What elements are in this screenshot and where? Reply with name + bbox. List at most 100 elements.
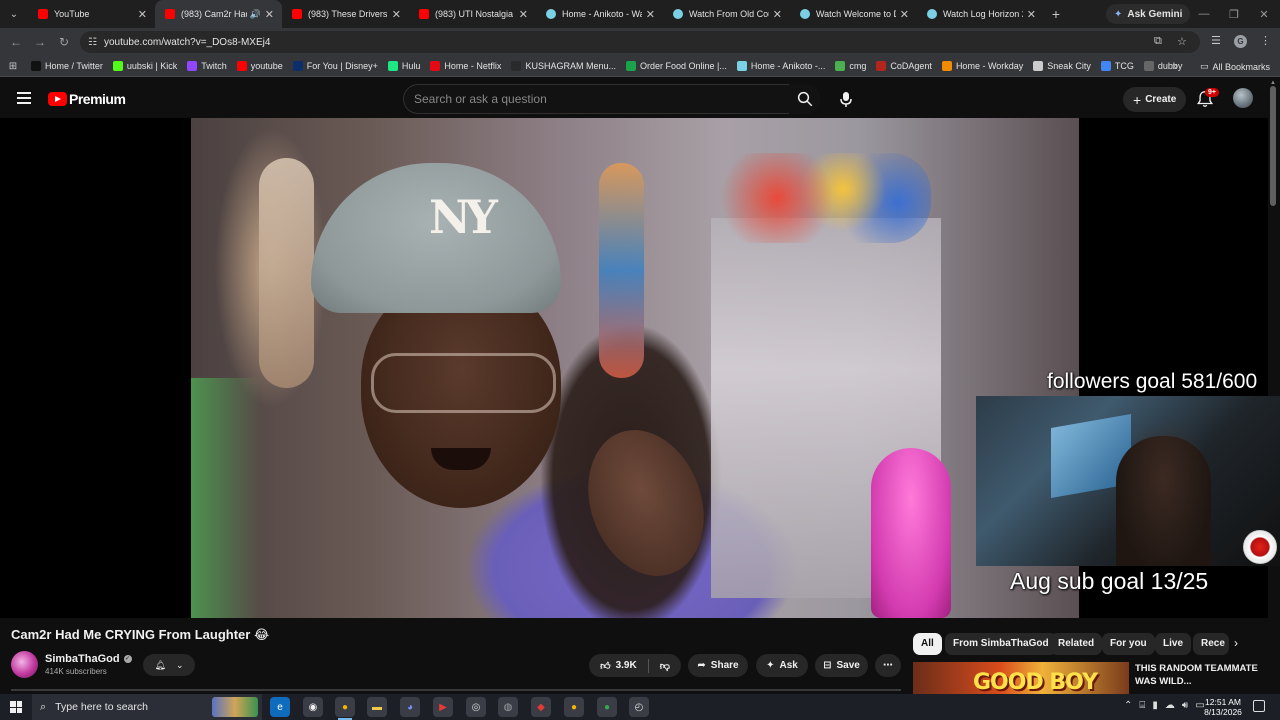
all-bookmarks-button[interactable]: ▭ All Bookmarks	[1200, 56, 1270, 77]
chip-recent[interactable]: Rece	[1193, 633, 1229, 655]
video-frame[interactable]: NY	[191, 118, 1079, 618]
bookmark-item[interactable]: Hulu	[383, 56, 426, 77]
youtube-premium-logo[interactable]: Premium	[48, 91, 126, 107]
chip-all[interactable]: All	[913, 633, 942, 655]
channel-avatar[interactable]	[11, 651, 38, 678]
chevron-right-icon[interactable]: ›	[1234, 636, 1238, 650]
create-button[interactable]: + Create	[1123, 87, 1187, 112]
site-info-icon[interactable]: ☷	[88, 37, 97, 48]
bookmark-item[interactable]: KUSHAGRAM Menu...	[506, 56, 621, 77]
search-button[interactable]	[789, 84, 821, 114]
taskbar-clock[interactable]: 12:51 AM 8/13/2026	[1203, 697, 1243, 717]
bookmark-star-icon[interactable]: ☆	[1177, 35, 1187, 48]
close-tab-icon[interactable]: ✕	[392, 8, 401, 21]
close-tab-icon[interactable]: ✕	[900, 8, 909, 21]
browser-tab[interactable]: Watch Welcome to De ✕	[790, 0, 917, 28]
browser-tab[interactable]: YouTube ✕	[28, 0, 155, 28]
voice-search-button[interactable]	[832, 85, 860, 113]
chrome-app-icon[interactable]: ●	[564, 697, 584, 717]
obs-icon[interactable]: ◎	[466, 697, 486, 717]
forward-icon[interactable]: →	[32, 34, 48, 50]
subscribed-notifications-button[interactable]: 🔔︎ ⌄	[143, 654, 195, 676]
bookmark-item[interactable]: Home - Workday	[937, 56, 1028, 77]
edge-app-icon[interactable]: e	[270, 697, 290, 717]
volume-icon[interactable]: 🔊︎	[1182, 700, 1188, 711]
install-app-icon[interactable]: ⧉	[1154, 35, 1162, 48]
recommended-video-title[interactable]: THIS RANDOM TEAMMATE WAS WILD...	[1135, 662, 1265, 688]
close-tab-icon[interactable]: ✕	[773, 8, 782, 21]
page-scrollbar[interactable]	[1270, 86, 1276, 206]
bookmark-item[interactable]: For You | Disney+	[288, 56, 383, 77]
browser-tab-active[interactable]: (983) Cam2r Had M 🔊 ✕	[155, 0, 282, 28]
notification-center-icon[interactable]	[1253, 700, 1265, 712]
browser-tab[interactable]: Watch Log Horizon 2 E ✕	[917, 0, 1044, 28]
url-text[interactable]: youtube.com/watch?v=_DOs8-MXEj4	[104, 37, 270, 48]
close-tab-icon[interactable]: ✕	[138, 8, 147, 21]
restore-icon[interactable]: ❐	[1218, 0, 1250, 28]
share-button[interactable]: ➦ Share	[688, 654, 748, 677]
close-tab-icon[interactable]: ✕	[519, 8, 528, 21]
taskbar-search-input[interactable]: ⌕ Type here to search	[32, 694, 262, 720]
tab-search-icon[interactable]: ⌄	[0, 0, 28, 28]
speaker-icon[interactable]: 🔊	[250, 9, 261, 20]
ask-gemini-button[interactable]: ✦ Ask Gemini	[1106, 4, 1191, 24]
bookmark-item[interactable]: dubby	[1139, 56, 1188, 77]
bookmark-item[interactable]: uubski | Kick	[108, 56, 182, 77]
chip-related[interactable]: Related	[1050, 633, 1103, 655]
close-tab-icon[interactable]: ✕	[265, 8, 274, 21]
search-input[interactable]: Search or ask a question	[403, 84, 789, 114]
new-tab-icon[interactable]: +	[1044, 6, 1068, 22]
browser-tab[interactable]: (983) UTI Nostalgia Ra ✕	[409, 0, 536, 28]
chip-from-channel[interactable]: From SimbaThaGod	[945, 633, 1057, 655]
channel-name-link[interactable]: SimbaThaGod ✓	[45, 653, 132, 665]
address-bar[interactable]: ☷ youtube.com/watch?v=_DOs8-MXEj4 ⧉ ☆	[80, 31, 1200, 53]
bookmark-item[interactable]: youtube	[232, 56, 288, 77]
chip-live[interactable]: Live	[1155, 633, 1192, 655]
app-icon[interactable]: ◉	[303, 697, 323, 717]
minimize-icon[interactable]: —	[1188, 0, 1220, 28]
browser-tab[interactable]: Watch From Old Coun ✕	[663, 0, 790, 28]
reload-icon[interactable]: ↻	[56, 34, 72, 50]
clock-app-icon[interactable]: ◴	[629, 697, 649, 717]
chrome-app-icon[interactable]: ●	[335, 697, 355, 720]
save-button[interactable]: ⊟ Save	[815, 654, 868, 677]
recommended-video-thumbnail[interactable]: GOOD BOY	[913, 662, 1129, 694]
menu-icon[interactable]	[17, 92, 31, 104]
chrome-app-icon[interactable]: ●	[597, 697, 617, 717]
discord-icon[interactable]: ◕	[400, 697, 420, 717]
like-button[interactable]: 👍︎ 3.9K	[600, 660, 637, 672]
browser-tab[interactable]: Home - Anikoto - Wat ✕	[536, 0, 663, 28]
more-actions-button[interactable]: ⋯	[875, 654, 901, 677]
chevron-up-icon[interactable]: ⌃	[1124, 700, 1132, 711]
microphone-icon[interactable]: ▮	[1152, 700, 1158, 711]
bookmark-item[interactable]: Home - Anikoto -...	[732, 56, 831, 77]
network-icon[interactable]: ⌸	[1139, 700, 1145, 711]
adobe-icon[interactable]: ◆	[531, 697, 551, 717]
bookmark-item[interactable]: TCG	[1096, 56, 1139, 77]
more-bookmarks-icon[interactable]: »	[1172, 56, 1178, 77]
media-player-icon[interactable]: ▶	[433, 697, 453, 717]
windows-start-icon[interactable]	[10, 701, 22, 713]
bookmark-item[interactable]: Home - Netflix	[425, 56, 506, 77]
bookmark-item[interactable]: Sneak City	[1028, 56, 1096, 77]
close-tab-icon[interactable]: ✕	[1027, 8, 1036, 21]
media-controls-icon[interactable]: ☰	[1211, 34, 1221, 47]
profile-avatar[interactable]: G	[1234, 35, 1247, 48]
ask-button[interactable]: ✦ Ask	[756, 654, 808, 677]
steam-icon[interactable]: ◍	[498, 697, 518, 717]
bookmark-item[interactable]: cmg	[830, 56, 871, 77]
chrome-menu-icon[interactable]: ⋮	[1260, 34, 1271, 47]
browser-tab[interactable]: (983) These Drivers DO ✕	[282, 0, 409, 28]
file-explorer-icon[interactable]: ▬	[367, 697, 387, 717]
chip-for-you[interactable]: For you	[1102, 633, 1155, 655]
apps-grid-icon[interactable]: ⊞	[0, 61, 26, 72]
close-tab-icon[interactable]: ✕	[646, 8, 655, 21]
bookmark-item[interactable]: CoDAgent	[871, 56, 937, 77]
bookmark-item[interactable]: Home / Twitter	[26, 56, 108, 77]
account-avatar[interactable]	[1233, 88, 1253, 108]
back-icon[interactable]: ←	[8, 34, 24, 50]
bookmark-item[interactable]: Order Food Online |...	[621, 56, 732, 77]
dislike-button[interactable]: 👎︎	[660, 660, 670, 672]
close-window-icon[interactable]: ✕	[1248, 0, 1280, 28]
bookmark-item[interactable]: Twitch	[182, 56, 232, 77]
